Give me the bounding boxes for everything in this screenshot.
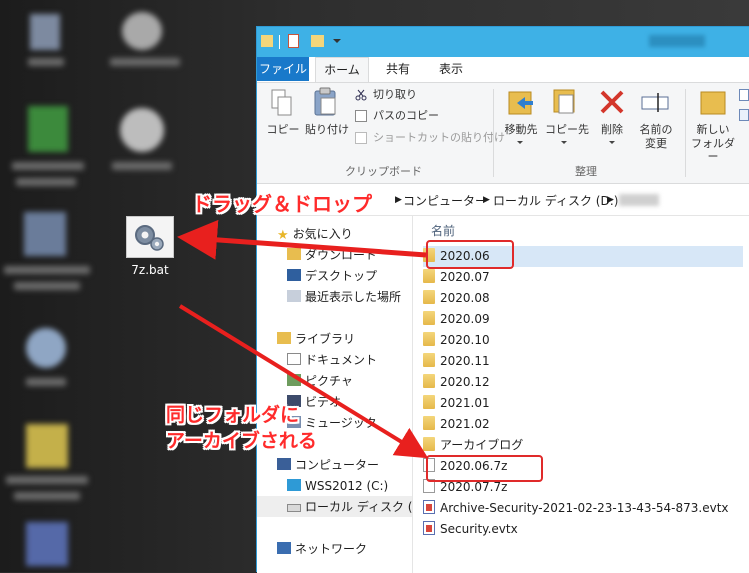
drag-drop-callout: ドラッグ＆ドロップ <box>192 192 372 216</box>
archived-callout-line1: 同じフォルダに <box>166 404 300 426</box>
archived-callout-line2: アーカイブされる <box>166 430 317 452</box>
drag-arrow <box>177 219 427 260</box>
annotation-arrows <box>177 219 429 459</box>
